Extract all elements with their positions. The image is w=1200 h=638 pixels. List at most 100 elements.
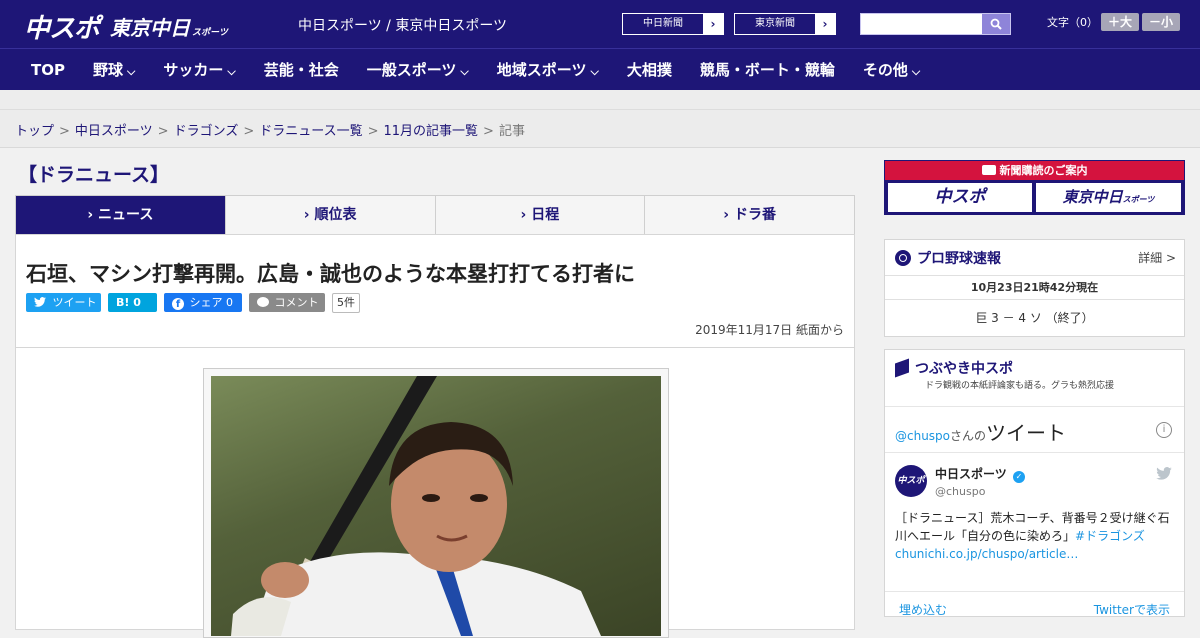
megaphone-icon: [895, 358, 909, 378]
twitter-bird-icon[interactable]: [1156, 465, 1172, 484]
nav-label: TOP: [31, 60, 65, 79]
search-box[interactable]: [860, 13, 1011, 35]
tokyo-chunichi-logo[interactable]: 東京中日 スポーツ: [110, 12, 228, 41]
subscribe-chuspo-button[interactable]: 中スポ: [888, 183, 1032, 212]
tweet-hashtag[interactable]: #ドラゴンズ: [1075, 529, 1145, 543]
chevron-down-icon: ⌵: [227, 65, 236, 78]
hatena-label: B! 0: [116, 296, 141, 309]
font-smaller-button[interactable]: －小: [1142, 13, 1180, 31]
nav-soccer[interactable]: サッカー ⌵: [149, 59, 249, 80]
nav-entertainment[interactable]: 芸能・社会: [250, 59, 353, 80]
nav-general-sports[interactable]: 一般スポーツ ⌵: [353, 59, 483, 80]
nav-label: 芸能・社会: [263, 61, 339, 79]
comment-count[interactable]: 5件: [332, 293, 360, 313]
tokyo-logo-small: スポーツ: [192, 28, 228, 38]
tab-news[interactable]: › ニュース: [16, 196, 225, 242]
nav-label: 大相撲: [626, 61, 672, 79]
subscription-title: 新聞購読のご案内: [885, 161, 1184, 180]
nav-label: 野球: [92, 61, 123, 79]
chunichi-shimbun-label: 中日新聞: [643, 18, 683, 29]
twitter-icon: [34, 296, 50, 309]
article-photo: [211, 376, 661, 636]
nav-label: 競馬・ボート・競輪: [699, 61, 835, 79]
sidebar: 新聞購読のご案内 中スポ 東京中日スポーツ プロ野球速報 詳細 > 10月23日…: [884, 160, 1185, 630]
nav-sumo[interactable]: 大相撲: [613, 59, 686, 80]
tweets-panel-subtitle: ドラ観戦の本紙評論家も語る。グラも熱烈応援: [925, 381, 1115, 391]
info-icon[interactable]: i: [1156, 422, 1172, 438]
subscribe-tokyo-label: 東京中日: [1062, 188, 1123, 206]
subscribe-tokyo-chunichi-button[interactable]: 東京中日スポーツ: [1036, 183, 1181, 212]
chevron-down-icon: ⌵: [127, 65, 136, 78]
section-tabs: › ニュース › 順位表 › 日程 › ドラ番: [15, 195, 855, 242]
tab-label: ニュース: [98, 207, 154, 223]
chuspo-avatar[interactable]: 中スポ: [895, 465, 927, 497]
nav-racing[interactable]: 競馬・ボート・競輪: [686, 59, 849, 80]
font-size-label: 文字（0）: [1047, 16, 1098, 29]
breadcrumb-link[interactable]: ドラニュース一覧: [259, 124, 362, 139]
score-timestamp: 10月23日21時42分現在: [885, 276, 1184, 300]
tweet-account-name[interactable]: 中日スポーツ ✓: [935, 465, 1025, 483]
tab-label: 順位表: [314, 207, 357, 223]
twitter-handle-link[interactable]: @chuspo: [895, 429, 950, 443]
tokyo-logo-text: 東京中日: [110, 16, 190, 40]
score-details-link[interactable]: 詳細 >: [1138, 249, 1176, 266]
tab-label: 日程: [531, 207, 560, 223]
chevron-right-icon: ›: [520, 207, 532, 223]
tweet-button[interactable]: ツイート: [26, 293, 101, 312]
tab-standings[interactable]: › 順位表: [224, 196, 435, 234]
breadcrumb-current: 記事: [498, 124, 525, 139]
nav-local-sports[interactable]: 地域スポーツ ⌵: [483, 59, 613, 80]
breadcrumb-separator: >: [483, 124, 494, 139]
breadcrumb-link[interactable]: 11月の記事一覧: [384, 124, 479, 139]
chunichi-shimbun-link[interactable]: 中日新聞 ›: [622, 13, 724, 35]
chevron-right-icon: ›: [815, 14, 835, 34]
tab-dora-ban[interactable]: › ドラ番: [644, 196, 854, 234]
subscription-title-text: 新聞購読のご案内: [999, 164, 1088, 177]
site-title: 中日スポーツ / 東京中日スポーツ: [298, 18, 508, 34]
tweet-account-handle[interactable]: @chuspo: [935, 485, 985, 498]
chuspo-logo[interactable]: 中スポ: [24, 8, 100, 45]
article: 石垣、マシン打撃再開。広島・誠也のような本塁打打てる打者に ツイート B! 0 …: [15, 234, 855, 638]
tweets-panel-title: つぶやき中スポ: [915, 361, 1013, 377]
tweet-link[interactable]: chunichi.co.jp/chuspo/article…: [895, 547, 1078, 561]
article-date: 2019年11月17日 紙面から: [695, 323, 844, 337]
breadcrumb-link[interactable]: トップ: [15, 124, 54, 139]
tab-schedule[interactable]: › 日程: [434, 196, 645, 234]
nav-label: 一般スポーツ: [366, 61, 457, 79]
score-panel-title: プロ野球速報: [917, 251, 1001, 267]
search-icon[interactable]: [982, 14, 1010, 34]
tweets-panel: つぶやき中スポ ドラ観戦の本紙評論家も語る。グラも熱烈応援 @chuspoさんの…: [884, 349, 1185, 617]
main-nav: TOP 野球 ⌵ サッカー ⌵ 芸能・社会 一般スポーツ ⌵ 地域スポーツ ⌵ 大相撲 …: [0, 48, 1200, 90]
nav-baseball[interactable]: 野球 ⌵: [79, 59, 149, 80]
nav-other[interactable]: その他 ⌵: [849, 59, 934, 80]
game-score[interactable]: 巨 3 － 4 ソ （終了）: [885, 300, 1184, 336]
baseball-icon: [895, 250, 911, 266]
tab-label: ドラ番: [733, 207, 776, 223]
hatena-bookmark-button[interactable]: B! 0: [108, 293, 157, 312]
chevron-right-icon: ›: [723, 207, 734, 223]
twitter-embed: @chuspoさんのツイート i 中スポ 中日スポーツ ✓ @chuspo ［ド…: [885, 406, 1184, 623]
nav-label: サッカー: [163, 61, 224, 79]
chevron-down-icon: ⌵: [590, 65, 599, 78]
breadcrumb-link[interactable]: ドラゴンズ: [174, 124, 239, 139]
breadcrumb: トップ > 中日スポーツ > ドラゴンズ > ドラニュース一覧 >11月の記事一覧 > 記事: [0, 110, 1200, 148]
facebook-share-button[interactable]: f シェア 0: [164, 293, 242, 312]
breadcrumb-separator: >: [59, 124, 70, 139]
score-panel: プロ野球速報 詳細 > 10月23日21時42分現在 巨 3 － 4 ソ （終了…: [884, 239, 1185, 337]
font-bigger-button[interactable]: ＋大: [1101, 13, 1139, 31]
embed-link[interactable]: 埋め込む: [899, 601, 947, 618]
view-on-twitter-link[interactable]: Twitterで表示: [1094, 601, 1170, 618]
nav-label: その他: [862, 61, 908, 79]
newspaper-icon: [981, 165, 996, 175]
subscription-box: 新聞購読のご案内 中スポ 東京中日スポーツ: [884, 160, 1185, 215]
comment-label: コメント: [274, 296, 319, 309]
nav-top[interactable]: TOP: [0, 61, 79, 79]
twitter-embed-title: ツイート: [986, 421, 1067, 445]
chevron-down-icon: ⌵: [911, 65, 921, 78]
chevron-down-icon: ⌵: [460, 65, 469, 78]
tokyo-shimbun-link[interactable]: 東京新聞 ›: [734, 13, 836, 35]
breadcrumb-link[interactable]: 中日スポーツ: [75, 124, 153, 139]
twitter-embed-footer: 埋め込む Twitterで表示: [885, 591, 1184, 625]
comment-button[interactable]: コメント: [249, 293, 325, 312]
site-header: 中スポ 東京中日 スポーツ 中日スポーツ / 東京中日スポーツ 中日新聞 › 東京…: [0, 0, 1200, 48]
